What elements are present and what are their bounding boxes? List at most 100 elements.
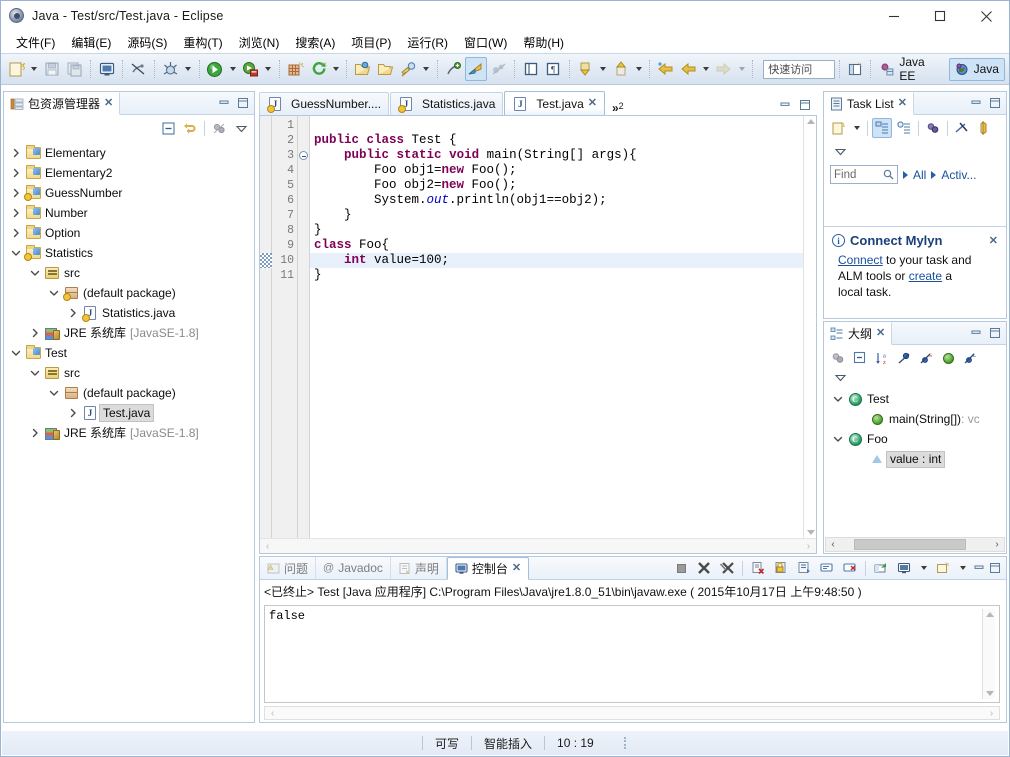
collapse-all-icon[interactable] — [850, 348, 870, 368]
previous-annotation-icon[interactable] — [574, 57, 597, 81]
categorized-presentation-icon[interactable] — [872, 118, 892, 138]
sort-icon[interactable]: az — [872, 348, 892, 368]
source-code[interactable]: public class Test { public static void m… — [310, 116, 803, 538]
menu-run[interactable]: 运行(R) — [399, 32, 456, 53]
scroll-up-icon[interactable] — [807, 119, 815, 124]
outline-horizontal-scrollbar[interactable]: ‹ › — [825, 537, 1005, 552]
connect-link[interactable]: Connect — [838, 253, 883, 267]
fold-collapse-icon[interactable] — [298, 148, 309, 163]
view-menu-icon[interactable] — [974, 118, 994, 138]
remove-all-launches-icon[interactable] — [717, 558, 737, 578]
minimize-icon[interactable] — [778, 98, 791, 111]
debug-icon[interactable] — [159, 57, 182, 81]
display-selected-console-icon[interactable] — [871, 558, 891, 578]
open-type-icon[interactable] — [351, 57, 374, 81]
outline-view-dropdown-icon[interactable] — [830, 367, 850, 387]
outline-item-test[interactable]: C Test — [824, 389, 1006, 409]
filter-active-chevron-icon[interactable] — [931, 170, 937, 179]
package-explorer-tree[interactable]: Elementary Elementary2 GuessNumber Number Op… — [4, 141, 254, 443]
editor-vertical-scrollbar[interactable] — [803, 116, 816, 538]
scroll-down-icon[interactable] — [807, 530, 815, 535]
scroll-right-icon[interactable]: › — [984, 706, 999, 721]
console-horizontal-scrollbar[interactable]: ‹ › — [264, 706, 1000, 720]
maximize-icon[interactable] — [988, 327, 1001, 340]
new-console-view-icon[interactable] — [933, 558, 953, 578]
chevron-down-icon[interactable] — [8, 345, 24, 361]
menu-search[interactable]: 搜索(A) — [287, 32, 343, 53]
show-whitespace-icon[interactable]: ¶ — [542, 57, 565, 81]
open-console-dropdown[interactable] — [917, 556, 930, 580]
hscroll-track[interactable] — [275, 541, 801, 551]
minimize-icon[interactable] — [217, 97, 230, 110]
next-annotation-icon[interactable] — [609, 57, 632, 81]
print-icon[interactable] — [95, 57, 118, 81]
tab-declaration[interactable]: 声明 — [391, 557, 447, 579]
menu-project[interactable]: 项目(P) — [343, 32, 399, 53]
code-line[interactable]: } — [310, 223, 803, 238]
chevron-right-icon[interactable] — [8, 185, 24, 201]
tab-outline[interactable]: 大纲 ✕ — [824, 322, 893, 345]
console-hscroll-track[interactable] — [280, 708, 984, 718]
scroll-left-icon[interactable]: ‹ — [826, 539, 840, 550]
save-icon[interactable] — [41, 57, 64, 81]
open-perspective-button[interactable] — [844, 57, 867, 81]
close-icon[interactable]: ✕ — [898, 98, 907, 109]
chevron-down-icon[interactable] — [8, 245, 24, 261]
chevron-down-icon[interactable] — [27, 265, 43, 281]
tree-item-guessnumber[interactable]: GuessNumber — [4, 183, 254, 203]
search-icon[interactable] — [397, 57, 420, 81]
close-icon[interactable]: ✕ — [588, 98, 597, 109]
menu-edit[interactable]: 编辑(E) — [63, 32, 119, 53]
back-dropdown[interactable] — [700, 57, 713, 81]
chevron-right-icon[interactable] — [65, 405, 81, 421]
focus-on-workweek-icon[interactable] — [923, 118, 943, 138]
minimize-icon[interactable] — [969, 327, 982, 340]
forward-dropdown[interactable] — [735, 57, 748, 81]
code-line[interactable]: System.out.println(obj1==obj2); — [310, 193, 803, 208]
chevron-right-icon[interactable] — [27, 425, 43, 441]
tree-item-src[interactable]: src — [4, 263, 254, 283]
back-nav-icon[interactable] — [677, 57, 700, 81]
folding-column[interactable] — [298, 116, 310, 538]
scroll-left-icon[interactable]: ‹ — [265, 706, 280, 721]
maximize-icon[interactable] — [917, 1, 963, 31]
new-package-dropdown[interactable] — [330, 57, 343, 81]
tab-problems[interactable]: 问题 — [260, 557, 317, 579]
scroll-lock-icon[interactable] — [771, 558, 791, 578]
minimize-icon[interactable] — [871, 1, 917, 31]
previous-annotation-dropdown[interactable] — [597, 57, 610, 81]
scrollbar-thumb[interactable] — [854, 539, 966, 550]
task-view-dropdown-icon[interactable] — [830, 141, 850, 161]
view-menu-icon[interactable] — [209, 118, 229, 138]
run-icon[interactable] — [204, 57, 227, 81]
outline-item-foo[interactable]: C Foo — [824, 429, 1006, 449]
tree-item--default-package-[interactable]: (default package) — [4, 383, 254, 403]
chevron-right-icon[interactable] — [8, 225, 24, 241]
open-task-icon[interactable] — [374, 57, 397, 81]
chevron-right-icon[interactable] — [65, 305, 81, 321]
scroll-left-icon[interactable]: ‹ — [260, 539, 275, 554]
debug-dropdown[interactable] — [182, 57, 195, 81]
task-find-input[interactable]: Find — [830, 165, 898, 184]
show-console-icon[interactable] — [817, 558, 837, 578]
close-icon[interactable]: ✕ — [876, 328, 885, 339]
chevron-down-icon[interactable] — [830, 391, 846, 407]
tree-item-elementary2[interactable]: Elementary2 — [4, 163, 254, 183]
forward-icon[interactable] — [713, 57, 736, 81]
chevron-right-icon[interactable] — [8, 165, 24, 181]
tree-item-test-java[interactable]: J Test.java — [4, 403, 254, 423]
editor-tab-guessnumber-[interactable]: J GuessNumber.... — [259, 92, 390, 115]
tree-item-jre-[interactable]: JRE 系统库 [JavaSE-1.8] — [4, 423, 254, 443]
toggle-breadcrumb-icon[interactable] — [127, 57, 150, 81]
skip-breakpoints-icon[interactable] — [487, 57, 510, 81]
new-package-icon[interactable] — [307, 57, 330, 81]
chevron-down-icon[interactable] — [27, 365, 43, 381]
code-line[interactable]: Foo obj2=new Foo(); — [310, 178, 803, 193]
editor-tab-overflow[interactable]: » 2 — [606, 99, 628, 115]
outline-item-value-int[interactable]: value : int — [824, 449, 1006, 469]
tree-item-jre-[interactable]: JRE 系统库 [JavaSE-1.8] — [4, 323, 254, 343]
new-wizard-dropdown[interactable] — [28, 57, 41, 81]
menu-help[interactable]: 帮助(H) — [515, 32, 572, 53]
tree-item-statistics-java[interactable]: J Statistics.java — [4, 303, 254, 323]
close-icon[interactable]: ✕ — [512, 563, 521, 574]
